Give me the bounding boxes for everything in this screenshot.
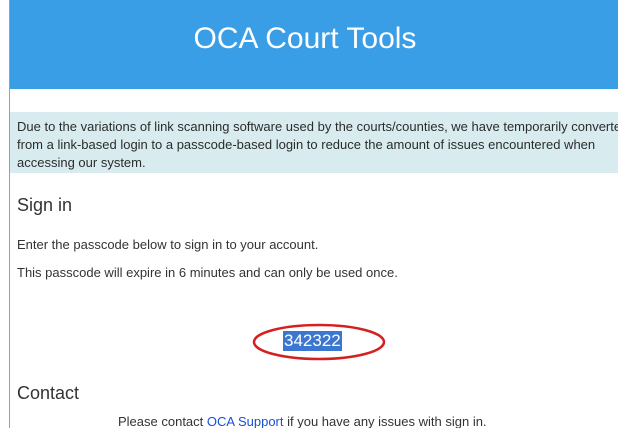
passcode-value[interactable]: 342322 [283, 331, 342, 351]
notice-banner: Due to the variations of link scanning s… [10, 112, 618, 173]
page: OCA Court Tools Due to the variations of… [0, 0, 618, 428]
passcode-expiry-note: This passcode will expire in 6 minutes a… [17, 265, 398, 280]
passcode-block: 342322 [252, 322, 386, 362]
sign-in-heading: Sign in [17, 195, 73, 215]
header-banner: OCA Court Tools [10, 0, 618, 89]
contact-text-after: if you have any issues with sign in. [283, 414, 487, 428]
notice-text: Due to the variations of link scanning s… [17, 119, 618, 170]
page-title: OCA Court Tools [193, 22, 417, 55]
contact-text: Please contact OCA Support if you have a… [118, 414, 487, 428]
sign-in-instruction: Enter the passcode below to sign in to y… [17, 237, 319, 252]
oca-support-link[interactable]: OCA Support [207, 414, 284, 428]
contact-text-before: Please contact [118, 414, 207, 428]
contact-heading: Contact [17, 383, 80, 403]
